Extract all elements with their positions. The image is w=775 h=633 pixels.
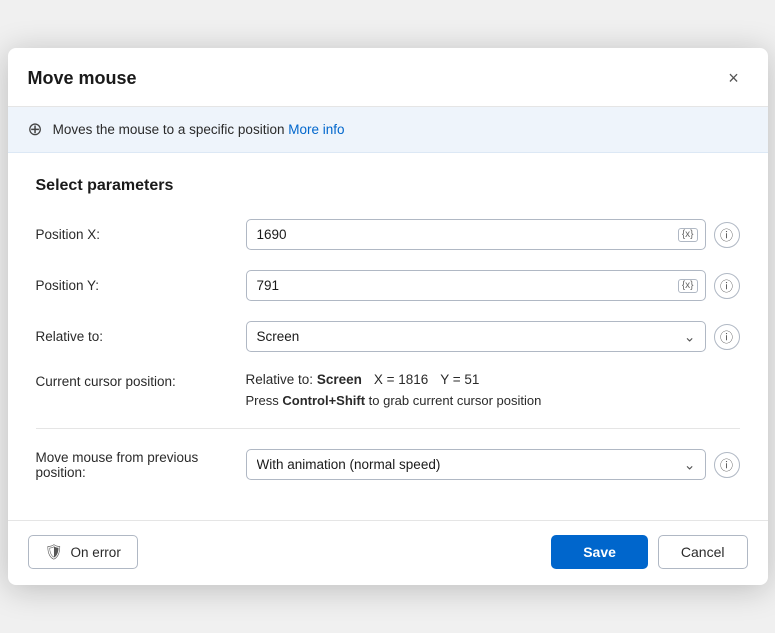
move-mouse-dialog: Move mouse × ⊕ Moves the mouse to a spec…	[8, 48, 768, 585]
position-y-control: {x} ⓘ	[246, 270, 740, 301]
section-title: Select parameters	[36, 177, 740, 195]
position-y-clear-button[interactable]: {x}	[678, 279, 698, 293]
position-y-label: Position Y:	[36, 278, 246, 293]
footer-right: Save Cancel	[551, 535, 747, 569]
cursor-info-label: Current cursor position:	[36, 372, 246, 389]
position-x-input-wrap: {x}	[246, 219, 706, 250]
relative-to-control: Screen Window Element ⌄ ⓘ	[246, 321, 740, 352]
position-x-input[interactable]	[246, 219, 706, 250]
info-banner-text: Moves the mouse to a specific position M…	[53, 122, 345, 137]
relative-to-info-button[interactable]: ⓘ	[714, 324, 740, 350]
relative-to-row: Relative to: Screen Window Element ⌄ ⓘ	[36, 321, 740, 352]
position-y-input[interactable]	[246, 270, 706, 301]
cursor-hint-keys: Control+Shift	[282, 393, 365, 408]
cursor-hint: Press Control+Shift to grab current curs…	[246, 393, 740, 408]
dialog-body: Select parameters Position X: {x} ⓘ Posi…	[8, 153, 768, 520]
dialog-title: Move mouse	[28, 68, 137, 89]
cancel-button[interactable]: Cancel	[658, 535, 748, 569]
dialog-header: Move mouse ×	[8, 48, 768, 107]
dialog-footer: 🛡 On error Save Cancel	[8, 520, 768, 585]
position-y-info-button[interactable]: ⓘ	[714, 273, 740, 299]
move-mouse-from-control: With animation (normal speed) With anima…	[246, 449, 740, 480]
position-y-row: Position Y: {x} ⓘ	[36, 270, 740, 301]
relative-to-select-wrap: Screen Window Element ⌄	[246, 321, 706, 352]
position-x-control: {x} ⓘ	[246, 219, 740, 250]
move-mouse-from-select-wrap: With animation (normal speed) With anima…	[246, 449, 706, 480]
cursor-info-content: Relative to: Screen X = 1816 Y = 51 Pres…	[246, 372, 740, 408]
close-button[interactable]: ×	[720, 64, 748, 92]
cursor-x-value: X = 1816	[374, 372, 428, 387]
divider	[36, 428, 740, 429]
info-banner: ⊕ Moves the mouse to a specific position…	[8, 107, 768, 153]
mouse-cursor-icon: ⊕	[28, 119, 43, 140]
cursor-info-row: Current cursor position: Relative to: Sc…	[36, 372, 740, 408]
on-error-label: On error	[71, 545, 121, 560]
position-x-row: Position X: {x} ⓘ	[36, 219, 740, 250]
position-x-clear-button[interactable]: {x}	[678, 228, 698, 242]
cursor-relative-label: Relative to: Screen	[246, 372, 362, 387]
shield-icon: 🛡	[45, 543, 64, 561]
relative-to-label: Relative to:	[36, 329, 246, 344]
move-mouse-from-info-button[interactable]: ⓘ	[714, 452, 740, 478]
move-mouse-from-label: Move mouse from previous position:	[36, 450, 246, 480]
position-x-info-button[interactable]: ⓘ	[714, 222, 740, 248]
more-info-link[interactable]: More info	[288, 122, 344, 137]
save-button[interactable]: Save	[551, 535, 648, 569]
position-y-input-wrap: {x}	[246, 270, 706, 301]
relative-to-select[interactable]: Screen Window Element	[246, 321, 706, 352]
cursor-y-value: Y = 51	[440, 372, 479, 387]
move-mouse-from-select[interactable]: With animation (normal speed) With anima…	[246, 449, 706, 480]
position-x-label: Position X:	[36, 227, 246, 242]
on-error-button[interactable]: 🛡 On error	[28, 535, 138, 569]
cursor-relative-value: Screen	[317, 372, 362, 387]
cursor-position-line: Relative to: Screen X = 1816 Y = 51	[246, 372, 740, 387]
move-mouse-from-row: Move mouse from previous position: With …	[36, 449, 740, 480]
